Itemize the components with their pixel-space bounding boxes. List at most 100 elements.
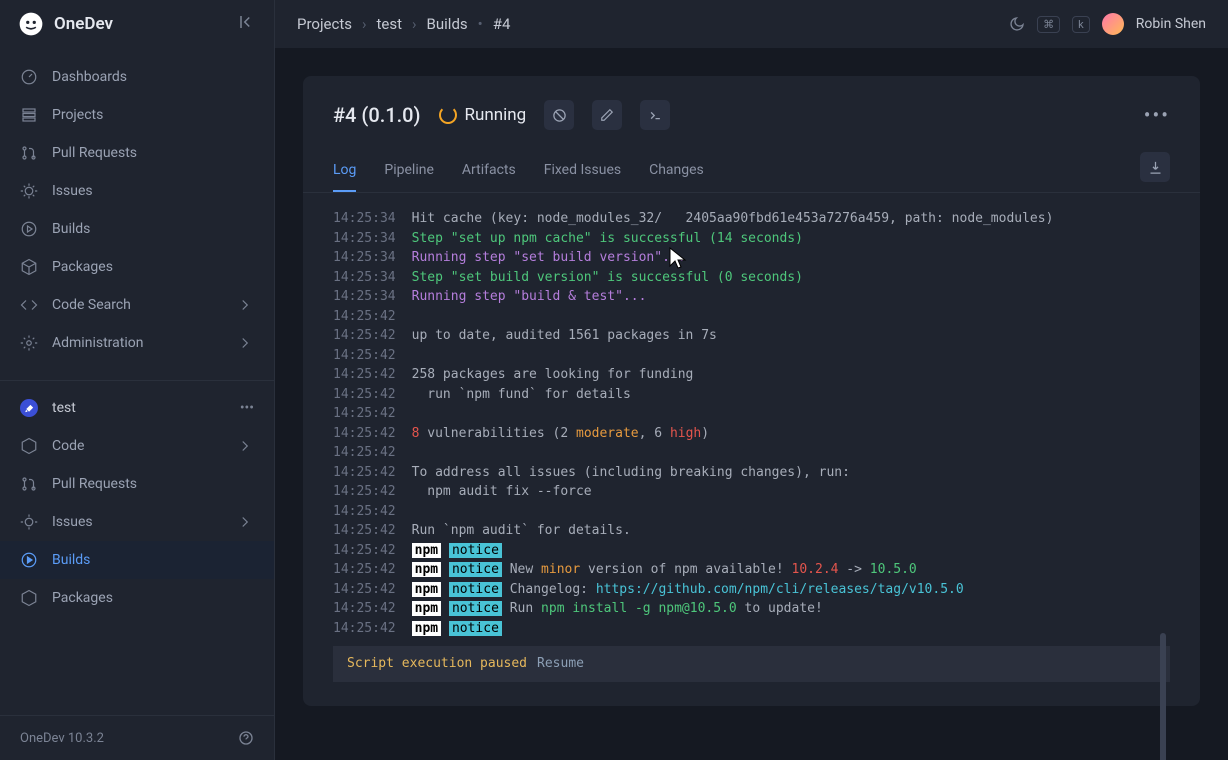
pull-request-icon (20, 475, 38, 493)
project-item-packages[interactable]: Packages (0, 579, 274, 617)
sidebar-item-code-search[interactable]: Code Search (0, 286, 274, 324)
download-log-button[interactable] (1140, 152, 1170, 182)
log-line: 14:25:42 (333, 443, 1170, 463)
log-line: 14:25:42To address all issues (including… (333, 463, 1170, 483)
log-line: 14:25:42Run `npm audit` for details. (333, 521, 1170, 541)
log-line: 14:25:42 npm audit fix --force (333, 482, 1170, 502)
log-area: 14:25:34Hit cache (key: node_modules_32/… (303, 193, 1200, 706)
sidebar-item-label: Code Search (52, 297, 131, 313)
sidebar-item-label: Dashboards (52, 69, 127, 85)
project-item-issues[interactable]: Issues (0, 503, 274, 541)
sidebar-item-label: Code (52, 438, 84, 454)
tab-fixed-issues[interactable]: Fixed Issues (544, 150, 621, 192)
chevron-right-icon (236, 513, 254, 531)
tab-changes[interactable]: Changes (649, 150, 704, 192)
divider (0, 380, 274, 381)
pencil-icon (600, 108, 614, 122)
scrollbar[interactable] (1160, 433, 1166, 760)
log-line: 14:25:42 (333, 502, 1170, 522)
user-name[interactable]: Robin Shen (1136, 16, 1206, 32)
breadcrumb-project[interactable]: test (377, 15, 403, 33)
onedev-logo-icon (18, 11, 44, 37)
sidebar-item-issues[interactable]: Issues (0, 172, 274, 210)
sidebar-item-label: Builds (52, 221, 90, 237)
project-item-code[interactable]: Code (0, 427, 274, 465)
version-label: OneDev 10.3.2 (20, 731, 104, 746)
tab-pipeline[interactable]: Pipeline (384, 150, 434, 192)
play-circle-icon (20, 220, 38, 238)
chevron-right-icon (236, 334, 254, 352)
download-icon (1148, 160, 1163, 175)
pull-request-icon (20, 144, 38, 162)
spinner-icon (439, 106, 457, 124)
tab-log[interactable]: Log (333, 150, 356, 192)
scrollbar-thumb[interactable] (1160, 633, 1166, 760)
sidebar-footer: OneDev 10.3.2 (0, 715, 274, 760)
more-button[interactable]: ••• (1144, 103, 1170, 127)
project-name: test (52, 400, 76, 416)
terminal-button[interactable] (640, 100, 670, 130)
k-key: k (1072, 16, 1090, 33)
project-item-pull-requests[interactable]: Pull Requests (0, 465, 274, 503)
log-line: 14:25:428 vulnerabilities (2 moderate, 6… (333, 424, 1170, 444)
sidebar-item-builds[interactable]: Builds (0, 210, 274, 248)
log-line: 14:25:42npm notice Run npm install -g np… (333, 599, 1170, 619)
dot-separator: • (478, 15, 483, 33)
log-line: 14:25:42 run `npm fund` for details (333, 385, 1170, 405)
breadcrumb: Projects › test › Builds • #4 (297, 15, 510, 33)
sidebar-item-label: Administration (52, 335, 143, 351)
sidebar-item-label: Pull Requests (52, 476, 137, 492)
log-line: 14:25:34Running step "build & test"... (333, 287, 1170, 307)
avatar[interactable] (1102, 13, 1124, 35)
cancel-icon (552, 108, 567, 123)
rocket-icon (20, 399, 38, 417)
build-card: #4 (0.1.0) Running ••• (303, 76, 1200, 706)
breadcrumb-projects[interactable]: Projects (297, 15, 352, 33)
sidebar-item-label: Projects (52, 107, 103, 123)
logo[interactable]: OneDev (18, 11, 113, 37)
edit-button[interactable] (592, 100, 622, 130)
tab-artifacts[interactable]: Artifacts (462, 150, 516, 192)
cmd-key: ⌘ (1037, 16, 1060, 33)
sidebar-item-administration[interactable]: Administration (0, 324, 274, 362)
log-lines[interactable]: 14:25:34Hit cache (key: node_modules_32/… (333, 209, 1170, 638)
sidebar-item-label: Packages (52, 590, 113, 606)
tabs: Log Pipeline Artifacts Fixed Issues Chan… (303, 150, 1200, 193)
log-line: 14:25:42 (333, 346, 1170, 366)
chevron-left-icon (238, 13, 256, 31)
log-line: 14:25:42npm notice Changelog: https://gi… (333, 580, 1170, 600)
cancel-button[interactable] (544, 100, 574, 130)
paused-text: Script execution paused (347, 654, 527, 674)
sidebar-item-label: Pull Requests (52, 145, 137, 161)
gear-icon (20, 334, 38, 352)
stack-icon (20, 106, 38, 124)
help-icon[interactable] (238, 730, 254, 746)
sidebar-item-label: Issues (52, 514, 93, 530)
project-row[interactable]: test ••• (0, 389, 274, 427)
log-line: 14:25:42up to date, audited 1561 package… (333, 326, 1170, 346)
breadcrumb-builds[interactable]: Builds (427, 15, 468, 33)
moon-icon[interactable] (1009, 16, 1025, 32)
log-line: 14:25:34Step "set build version" is succ… (333, 268, 1170, 288)
more-icon[interactable]: ••• (240, 400, 254, 416)
sidebar-item-projects[interactable]: Projects (0, 96, 274, 134)
sidebar-item-pull-requests[interactable]: Pull Requests (0, 134, 274, 172)
log-line: 14:25:42npm notice (333, 619, 1170, 639)
resume-button[interactable]: Resume (537, 654, 584, 674)
log-line: 14:25:42 (333, 404, 1170, 424)
log-line: 14:25:34Hit cache (key: node_modules_32/… (333, 209, 1170, 229)
chevron-right-icon (236, 296, 254, 314)
sidebar-item-packages[interactable]: Packages (0, 248, 274, 286)
log-line: 14:25:42npm notice New minor version of … (333, 560, 1170, 580)
chevron-right-icon: › (362, 15, 367, 33)
paused-bar: Script execution paused Resume (333, 646, 1170, 682)
gauge-icon (20, 68, 38, 86)
sidebar-item-label: Packages (52, 259, 113, 275)
main-area: Projects › test › Builds • #4 ⌘ k Robin … (275, 0, 1228, 760)
topbar: Projects › test › Builds • #4 ⌘ k Robin … (275, 0, 1228, 48)
project-item-builds[interactable]: Builds (0, 541, 274, 579)
chevron-right-icon: › (412, 15, 417, 33)
collapse-sidebar-button[interactable] (238, 13, 256, 35)
terminal-icon (648, 108, 663, 123)
sidebar-item-dashboards[interactable]: Dashboards (0, 58, 274, 96)
